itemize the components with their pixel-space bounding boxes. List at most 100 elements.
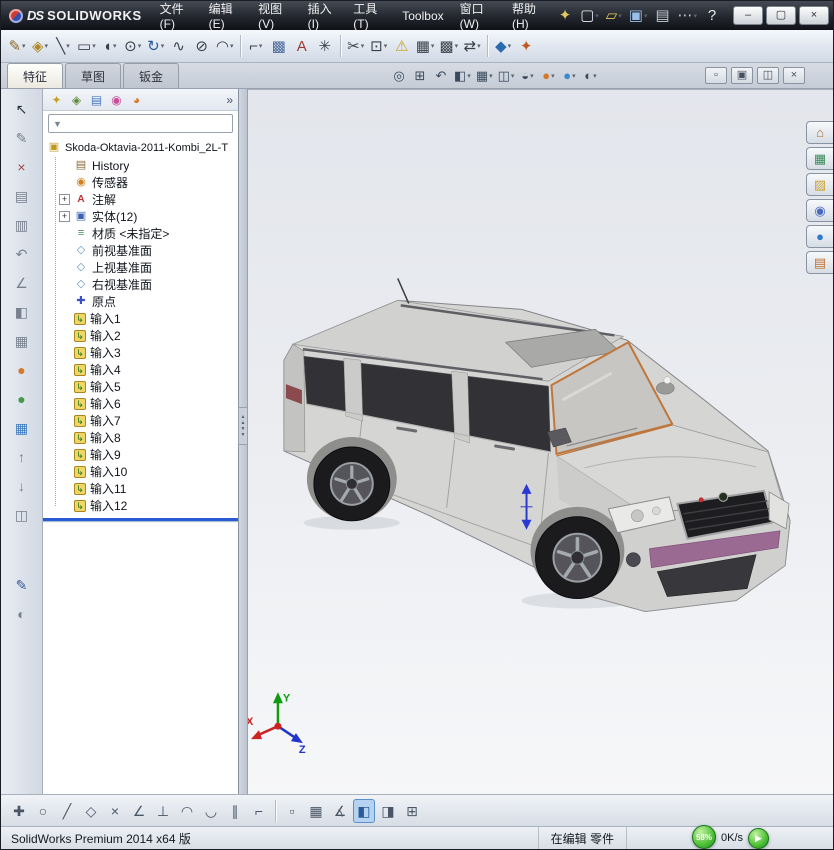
- angle-snap-icon[interactable]: ∠: [128, 799, 150, 823]
- sketch-fillet-icon[interactable]: ⌐ ▾: [245, 33, 267, 59]
- point-icon[interactable]: ✳: [314, 33, 336, 59]
- tree-item-输入4[interactable]: ↳ 输入4: [59, 361, 236, 378]
- circle-snap-icon[interactable]: ○: [32, 799, 54, 823]
- tree-item-传感器[interactable]: ◉ 传感器: [59, 174, 236, 191]
- tree-item-实体(12)[interactable]: + ▣ 实体(12): [59, 208, 236, 225]
- minimize-button[interactable]: –: [733, 6, 763, 25]
- dropdown-caret-icon[interactable]: ▾: [530, 72, 534, 80]
- warning-icon[interactable]: ⚠: [391, 33, 413, 59]
- intersection-snap-icon[interactable]: ×: [104, 799, 126, 823]
- tree-item-输入6[interactable]: ↳ 输入6: [59, 395, 236, 412]
- zoom-to-fit-icon[interactable]: ◎: [389, 65, 409, 86]
- angle-measure-icon[interactable]: ∡: [329, 799, 351, 823]
- dropdown-caret-icon[interactable]: ▾: [489, 72, 493, 80]
- measure-icon[interactable]: ∠: [8, 271, 36, 295]
- feature-order-down-icon[interactable]: ↓: [8, 474, 36, 498]
- tree-item-输入7[interactable]: ↳ 输入7: [59, 412, 236, 429]
- appearances-scenes-icon[interactable]: ◉: [806, 199, 833, 222]
- table-view-icon[interactable]: ⊞: [401, 799, 423, 823]
- featuremanager-tab-icon[interactable]: ✦: [48, 91, 65, 109]
- paint-tool-icon[interactable]: ✎: [8, 573, 36, 597]
- delete-icon[interactable]: ×: [8, 155, 36, 179]
- rapid-sketch-icon[interactable]: ✦: [515, 33, 537, 59]
- move-entities-icon[interactable]: ⇄ ▾: [461, 33, 483, 59]
- perpendicular-snap-icon[interactable]: ⊥: [152, 799, 174, 823]
- section-view-icon[interactable]: ◧ ▾: [452, 65, 473, 86]
- save-icon[interactable]: ▣ ▾: [627, 5, 650, 27]
- sketch-icon[interactable]: ✎ ▾: [6, 33, 28, 59]
- text-icon[interactable]: A: [291, 33, 313, 59]
- circle-icon[interactable]: ⊙ ▾: [122, 33, 144, 59]
- rollback-bar[interactable]: [43, 518, 238, 521]
- paste-icon[interactable]: ▥: [8, 213, 36, 237]
- feature-order-up-icon[interactable]: ↑: [8, 445, 36, 469]
- tree-item-输入11[interactable]: ↳ 输入11: [59, 480, 236, 497]
- tree-item-输入12[interactable]: ↳ 输入12: [59, 497, 236, 514]
- line-icon[interactable]: ╲ ▾: [52, 33, 74, 59]
- dropdown-caret-icon[interactable]: ▾: [644, 12, 648, 20]
- doc-tile-icon[interactable]: ◫: [757, 67, 779, 84]
- dropdown-caret-icon[interactable]: ▾: [161, 42, 165, 50]
- spline-icon[interactable]: ∿: [168, 33, 190, 59]
- dropdown-caret-icon[interactable]: ▾: [618, 12, 622, 20]
- dropdown-caret-icon[interactable]: ▾: [361, 42, 365, 50]
- tree-item-右视基准面[interactable]: ◇ 右视基准面: [59, 276, 236, 293]
- dimxpertmanager-tab-icon[interactable]: ◉: [108, 91, 125, 109]
- dropdown-caret-icon[interactable]: ▾: [22, 42, 26, 50]
- help-icon[interactable]: ?: [701, 5, 723, 27]
- wireframe-view-icon[interactable]: ◨: [377, 799, 399, 823]
- appearance-ball-icon[interactable]: ●: [8, 358, 36, 382]
- trim-entities-icon[interactable]: ✂ ▾: [345, 33, 367, 59]
- propertymanager-tab-icon[interactable]: ◈: [68, 91, 85, 109]
- edit-app­earance-icon[interactable]: ● ▾: [538, 65, 558, 86]
- arc-icon[interactable]: ◠ ▾: [214, 33, 236, 59]
- design-library-icon[interactable]: ▦: [806, 147, 833, 170]
- dropdown-caret-icon[interactable]: ▾: [45, 42, 49, 50]
- close-button[interactable]: ×: [799, 6, 829, 25]
- texture-grid-icon[interactable]: ▦: [8, 416, 36, 440]
- task-pane-home-icon[interactable]: ⌂: [806, 121, 833, 144]
- display-grid-icon[interactable]: ▩ ▾: [437, 33, 460, 59]
- sketch-origin-snap-icon[interactable]: ✚: [8, 799, 30, 823]
- dropdown-caret-icon[interactable]: ▾: [138, 42, 142, 50]
- sketch-edit-icon[interactable]: ✎: [8, 126, 36, 150]
- tree-item-前视基准面[interactable]: ◇ 前视基准面: [59, 242, 236, 259]
- dropdown-caret-icon[interactable]: ▾: [431, 42, 435, 50]
- grid-snap-icon[interactable]: ▦: [305, 799, 327, 823]
- tab-草图[interactable]: 草图: [65, 63, 122, 88]
- select-cursor-icon[interactable]: ↖: [8, 97, 36, 121]
- file-explorer-icon[interactable]: ▨: [806, 173, 833, 196]
- tree-item-输入1[interactable]: ↳ 输入1: [59, 310, 236, 327]
- dropdown-caret-icon[interactable]: ▾: [477, 42, 481, 50]
- arc-snap-icon[interactable]: ◠: [176, 799, 198, 823]
- point-snap-icon[interactable]: ◇: [80, 799, 102, 823]
- maximize-button[interactable]: ▢: [766, 6, 796, 25]
- dropdown-caret-icon[interactable]: ▾: [455, 42, 459, 50]
- open-document-icon[interactable]: ▱ ▾: [603, 5, 625, 27]
- linear-pattern-icon[interactable]: ▦ ▾: [414, 33, 437, 59]
- speed-gauge-ball[interactable]: 58%: [691, 825, 716, 849]
- convert-entities-icon[interactable]: ▩: [268, 33, 290, 59]
- tree-item-材质 <未指定>[interactable]: ≡ 材质 <未指定>: [59, 225, 236, 242]
- offset-entities-icon[interactable]: ⊡ ▾: [368, 33, 390, 59]
- tree-item-History[interactable]: ▤ History: [59, 157, 236, 174]
- eyedropper-icon[interactable]: ◐: [8, 602, 36, 626]
- line-snap-icon[interactable]: ╱: [56, 799, 78, 823]
- copy-icon[interactable]: ▤: [8, 184, 36, 208]
- dropdown-caret-icon[interactable]: ▾: [92, 42, 96, 50]
- apply-scene-icon[interactable]: ● ▾: [559, 65, 579, 86]
- custom-properties-icon[interactable]: ▤: [806, 251, 833, 274]
- dropdown-caret-icon[interactable]: ▾: [511, 72, 515, 80]
- dropdown-caret-icon[interactable]: ▾: [113, 42, 117, 50]
- view-orientation-icon[interactable]: ▦ ▾: [474, 65, 495, 86]
- tab-特征[interactable]: 特征: [7, 63, 64, 88]
- section-tool-icon[interactable]: ◧: [8, 300, 36, 324]
- tree-item-输入2[interactable]: ↳ 输入2: [59, 327, 236, 344]
- boost-ball[interactable]: ▶: [748, 828, 769, 849]
- tree-root-item[interactable]: ▣ Skoda-Oktavia-2011-Kombi_2L-T: [47, 138, 236, 157]
- dropdown-caret-icon[interactable]: ▾: [384, 42, 388, 50]
- menu-pin-icon[interactable]: ✦: [554, 5, 576, 27]
- ellipse-icon[interactable]: ⊘: [191, 33, 213, 59]
- expander-icon[interactable]: +: [59, 194, 70, 205]
- tree-item-原点[interactable]: ✚ 原点: [59, 293, 236, 310]
